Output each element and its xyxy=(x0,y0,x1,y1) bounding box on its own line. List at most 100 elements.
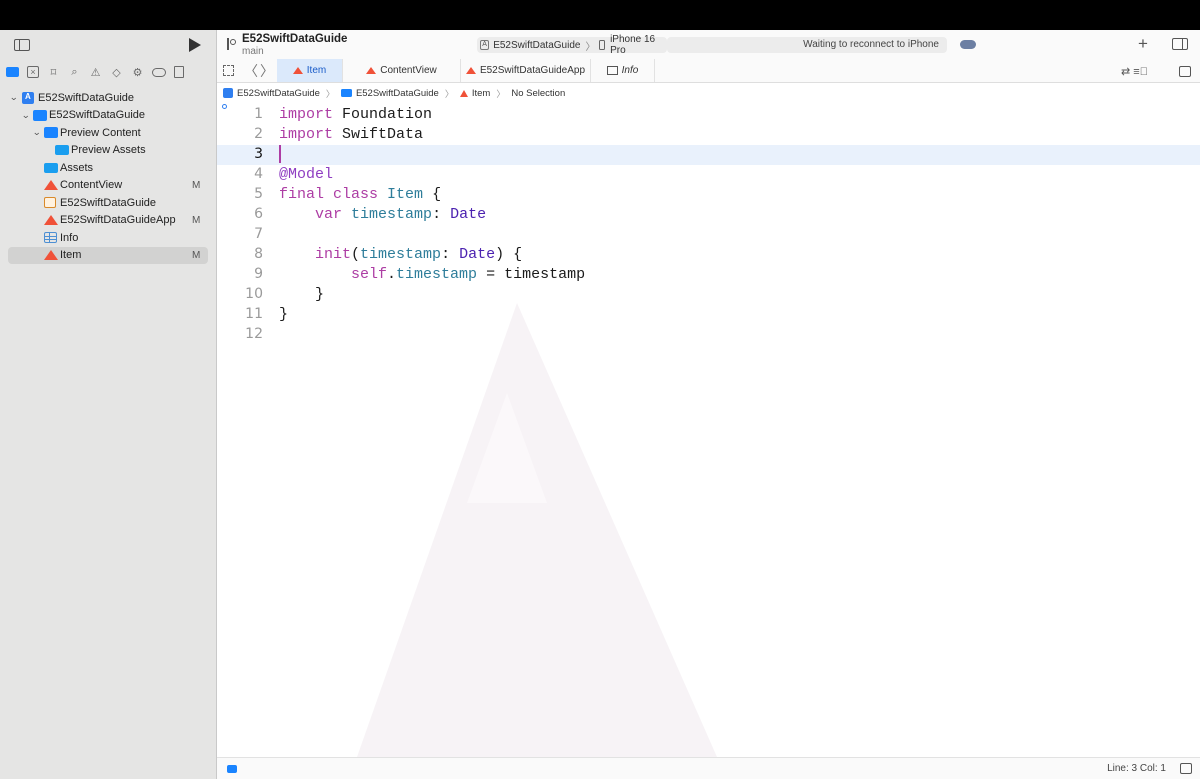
scheme-destination-selector[interactable]: A E52SwiftDataGuide 〉 iPhone 16 Pro xyxy=(477,34,667,56)
status-text: Waiting to reconnect to iPhone xyxy=(803,39,939,50)
scheme-icon: A xyxy=(480,40,490,50)
tree-item-app[interactable]: E52SwiftDataGuideApp M xyxy=(0,212,216,230)
tree-item-label: ContentView xyxy=(60,179,123,192)
source-control-navigator-icon[interactable]: × xyxy=(27,66,39,78)
debug-area-toggle-icon[interactable] xyxy=(227,765,237,773)
jumpbar-group[interactable]: E52SwiftDataGuide xyxy=(340,87,439,99)
tree-item-project[interactable]: ⌄ E52SwiftDataGuide xyxy=(0,89,216,107)
swift-file-icon xyxy=(44,215,58,226)
code-text: import SwiftData xyxy=(279,126,424,143)
tab-label: E52SwiftDataGuideApp xyxy=(479,65,586,76)
swift-file-icon xyxy=(459,89,468,97)
jumpbar-project-label: E52SwiftDataGuide xyxy=(237,87,320,99)
line-number: 12 xyxy=(245,326,263,342)
line-number: 9 xyxy=(254,266,263,282)
related-items-icon[interactable] xyxy=(223,65,234,76)
tab-item[interactable]: Item xyxy=(277,59,343,82)
bookmark-navigator-icon[interactable]: ⌑ xyxy=(47,66,60,79)
code-line[interactable]: 6 var timestamp: Date xyxy=(217,205,1200,225)
tree-item-label: E52SwiftDataGuide xyxy=(38,91,134,104)
tree-item-label: E52SwiftDataGuideApp xyxy=(60,214,176,227)
jumpbar-selection[interactable]: No Selection xyxy=(511,88,565,99)
add-library-button[interactable]: + xyxy=(1138,34,1148,54)
tree-item-group[interactable]: ⌄ E52SwiftDataGuide xyxy=(0,107,216,125)
chevron-right-icon: 〉 xyxy=(444,88,454,99)
project-title: E52SwiftDataGuide xyxy=(242,33,348,45)
code-line-current[interactable]: 3 xyxy=(217,145,1200,165)
code-line[interactable]: 4 @Model xyxy=(217,165,1200,185)
scheme-name[interactable]: E52SwiftDataGuide xyxy=(493,40,580,51)
tree-item-item[interactable]: Item M xyxy=(8,246,208,264)
test-navigator-icon[interactable]: ◇ xyxy=(110,66,123,79)
plist-icon xyxy=(44,232,57,244)
code-line[interactable]: 1 import Foundation xyxy=(217,105,1200,125)
tree-item-preview-assets[interactable]: Preview Assets xyxy=(0,142,216,160)
show-debug-area-icon[interactable] xyxy=(1180,763,1192,774)
navigator-selector-bar: × ⌑ ⌕ ⚠ ◇ ⚙ xyxy=(0,61,216,83)
sidebar-toggle-icon[interactable] xyxy=(14,39,30,51)
line-number: 11 xyxy=(245,306,263,322)
forward-button[interactable]: 〉 xyxy=(260,61,274,81)
text-cursor xyxy=(279,145,281,163)
jumpbar-file-label: Item xyxy=(471,87,491,99)
run-button[interactable] xyxy=(189,38,201,52)
code-line[interactable]: 7 xyxy=(217,225,1200,245)
folder-icon xyxy=(44,127,58,139)
app-project-icon xyxy=(223,88,233,98)
breakpoint-navigator-icon[interactable] xyxy=(152,67,166,77)
tab-contentview[interactable]: ContentView xyxy=(343,59,461,82)
add-editor-icon[interactable] xyxy=(1179,66,1191,77)
issue-navigator-icon[interactable]: ⚠ xyxy=(89,66,102,79)
chevron-down-icon[interactable]: ⌄ xyxy=(32,127,41,138)
code-line[interactable]: 10 } xyxy=(217,285,1200,305)
data-model-icon xyxy=(44,197,56,209)
branch-name[interactable]: main xyxy=(242,46,264,57)
tab-info[interactable]: Info xyxy=(591,59,655,82)
inspector-toggle-icon[interactable] xyxy=(1172,38,1188,50)
iphone-icon xyxy=(599,40,606,50)
line-number: 1 xyxy=(254,106,263,122)
code-line[interactable]: 12 xyxy=(217,325,1200,345)
tree-item-contentview[interactable]: ContentView M xyxy=(0,177,216,195)
jumpbar-file[interactable]: Item xyxy=(459,87,491,99)
code-line[interactable]: 11 } xyxy=(217,305,1200,325)
tab-app[interactable]: E52SwiftDataGuideApp xyxy=(461,59,591,82)
editor-tab-bar: 〈 〉 Item ContentView E52SwiftDataGuideAp… xyxy=(217,59,1200,83)
line-number: 2 xyxy=(254,126,263,142)
line-number: 5 xyxy=(254,186,263,202)
code-line[interactable]: 9 self.timestamp = timestamp xyxy=(217,265,1200,285)
modified-badge: M xyxy=(192,249,201,261)
tab-label: Item xyxy=(306,65,327,76)
tree-item-preview-content[interactable]: ⌄ Preview Content xyxy=(0,124,216,142)
tree-item-info[interactable]: Info xyxy=(0,229,216,247)
source-editor[interactable]: 1 import Foundation 2 import SwiftData 3… xyxy=(217,103,1200,757)
tree-item-assets[interactable]: Assets xyxy=(0,159,216,177)
chevron-right-icon: 〉 xyxy=(496,88,506,99)
swift-file-icon xyxy=(44,250,58,261)
jumpbar-project[interactable]: E52SwiftDataGuide xyxy=(217,88,320,99)
activity-status-field: Waiting to reconnect to iPhone xyxy=(667,37,947,53)
tree-item-data-model[interactable]: E52SwiftDataGuide xyxy=(0,194,216,212)
cloud-icon[interactable] xyxy=(960,40,976,49)
find-navigator-icon[interactable]: ⌕ xyxy=(68,66,81,79)
chevron-right-icon: 〉 xyxy=(325,88,335,99)
debug-navigator-icon[interactable]: ⚙ xyxy=(131,66,144,79)
tree-item-label: E52SwiftDataGuide xyxy=(60,196,156,209)
project-navigator-icon[interactable] xyxy=(6,67,19,77)
swift-file-icon xyxy=(465,67,476,74)
cursor-position: Line: 3 Col: 1 xyxy=(1107,763,1166,774)
code-line[interactable]: 2 import SwiftData xyxy=(217,125,1200,145)
chevron-down-icon[interactable]: ⌄ xyxy=(9,92,18,103)
report-navigator-icon[interactable] xyxy=(174,66,184,78)
folder-icon xyxy=(33,109,47,121)
window-toolbar: E52SwiftDataGuide main A E52SwiftDataGui… xyxy=(217,30,1200,59)
editor-status-bar: Line: 3 Col: 1 xyxy=(217,757,1200,779)
jumpbar-group-label: E52SwiftDataGuide xyxy=(355,87,439,99)
editor-options-icon[interactable]: ⇄ ≡⃞ xyxy=(1121,65,1148,78)
destination-name[interactable]: iPhone 16 Pro xyxy=(610,34,667,56)
back-button[interactable]: 〈 xyxy=(244,61,258,81)
code-line[interactable]: 5 final class Item { xyxy=(217,185,1200,205)
chevron-down-icon[interactable]: ⌄ xyxy=(21,110,30,121)
code-line[interactable]: 8 init(timestamp: Date) { xyxy=(217,245,1200,265)
line-number: 4 xyxy=(254,166,263,182)
